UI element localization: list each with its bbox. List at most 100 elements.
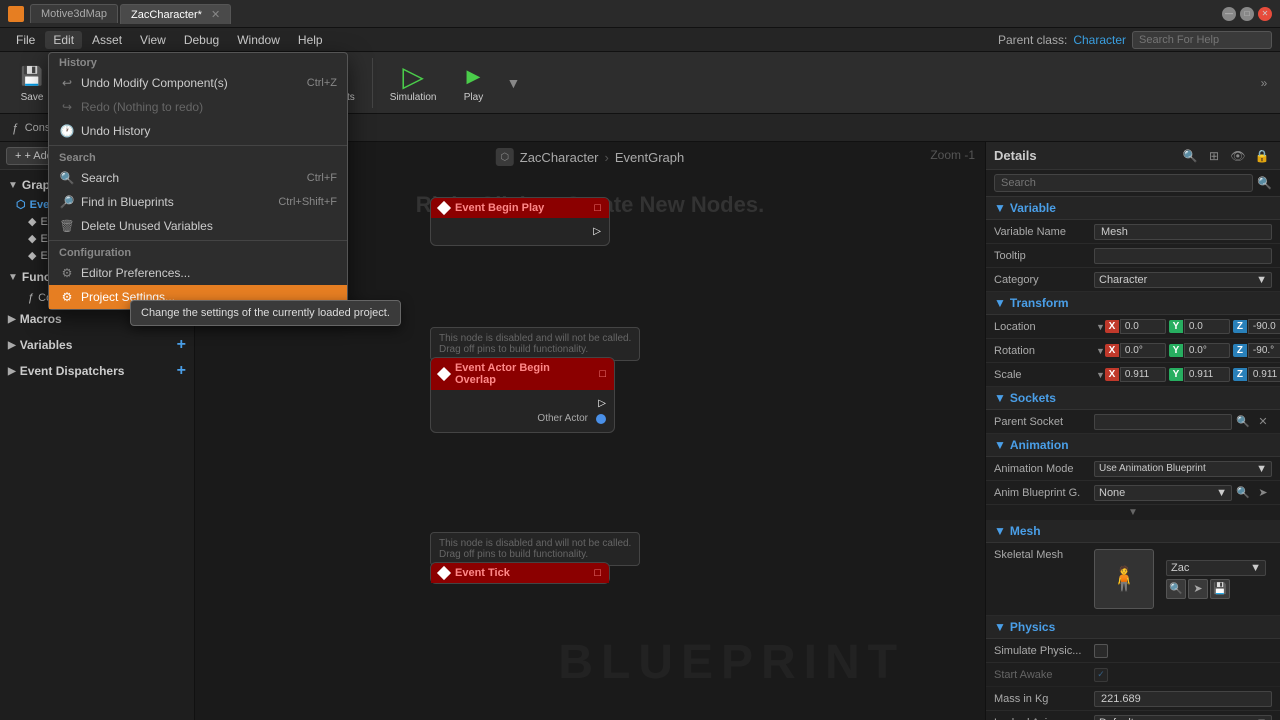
menu-debug[interactable]: Debug [176,31,227,49]
details-search-btn-icon[interactable]: 🔍 [1257,176,1272,190]
editor-prefs-entry[interactable]: ⚙ Editor Preferences... [49,261,347,285]
scale-y-input[interactable] [1184,367,1230,382]
tab-zaccharacter[interactable]: ZacCharacter* ✕ [120,4,231,24]
location-dropdown-arrow-icon[interactable]: ▼ [1096,322,1105,332]
menu-divider-1 [49,145,347,146]
event-tick-node[interactable]: Event Tick □ [430,562,610,584]
event-tick-close[interactable]: □ [594,567,601,579]
macros-section-header[interactable]: ▶ Macros [8,312,62,326]
rotation-dropdown-arrow-icon[interactable]: ▼ [1096,346,1105,356]
maximize-button[interactable]: □ [1240,7,1254,21]
details-search-input[interactable] [994,174,1253,192]
delete-unused-entry[interactable]: 🗑 Delete Unused Variables [49,214,347,238]
menu-edit[interactable]: Edit [45,31,82,49]
mesh-value-dropdown[interactable]: Zac ▼ [1166,560,1266,576]
undo-modify-entry[interactable]: ↩ Undo Modify Component(s) Ctrl+Z [49,71,347,95]
breadcrumb-eventgraph[interactable]: EventGraph [615,150,684,165]
tooltip-row: Tooltip [986,244,1280,268]
location-z-input[interactable] [1248,319,1280,334]
menu-file[interactable]: File [8,31,43,49]
event-actor-title: Event Actor Begin Overlap [455,362,593,386]
rotation-x-input[interactable] [1120,343,1166,358]
play-button[interactable]: ▶ Play [449,57,497,109]
mesh-search-button[interactable]: 🔍 [1166,579,1186,599]
mesh-btn-row: 🔍 ➤ 💾 [1166,579,1266,599]
add-dispatcher-button[interactable]: + [177,362,186,380]
anim-blueprint-dropdown[interactable]: None ▼ [1094,485,1232,501]
animation-section-label: Animation [1010,438,1069,452]
scale-z-input[interactable] [1248,367,1280,382]
close-tab-icon[interactable]: ✕ [211,9,220,21]
menu-help[interactable]: Help [290,31,331,49]
variable-name-input[interactable] [1094,224,1272,240]
menu-view[interactable]: View [132,31,174,49]
details-grid-icon[interactable]: ⊞ [1204,146,1224,166]
scale-x-field: X [1105,367,1166,382]
search-entry[interactable]: 🔍 Search Ctrl+F [49,166,347,190]
location-x-input[interactable] [1120,319,1166,334]
event-actor-body: ▷ Other Actor [431,390,614,432]
animation-section-header[interactable]: ▼ Animation [986,434,1280,457]
event-actor-close[interactable]: □ [599,368,606,380]
mass-input[interactable] [1094,691,1272,707]
simulation-button[interactable]: ▷ Simulation [381,57,446,109]
anim-blueprint-dropdown-val: None [1099,487,1125,499]
redo-entry[interactable]: ↪ Redo (Nothing to redo) [49,95,347,119]
details-lock-icon[interactable]: 🔒 [1252,146,1272,166]
parent-class-value[interactable]: Character [1073,33,1126,47]
scale-x-input[interactable] [1120,367,1166,382]
animation-mode-dropdown[interactable]: Use Animation Blueprint ▼ [1094,461,1272,477]
tooltip-input[interactable] [1094,248,1272,264]
sockets-section-header[interactable]: ▼ Sockets [986,387,1280,410]
undo-icon: ↩ [59,75,75,91]
config-section-label: Configuration [49,243,347,261]
mesh-section-label: Mesh [1010,524,1041,538]
location-y-input[interactable] [1184,319,1230,334]
expand-panels-button[interactable]: » [1256,57,1272,109]
variable-section-header[interactable]: ▼ Variable [986,197,1280,220]
minimize-button[interactable]: — [1222,7,1236,21]
event-begin-play-close[interactable]: □ [594,202,601,214]
transform-section-label: Transform [1010,296,1069,310]
details-eye-icon[interactable]: 👁 [1228,146,1248,166]
mesh-navigate-button[interactable]: ➤ [1188,579,1208,599]
breadcrumb-character[interactable]: ZacCharacter [520,150,599,165]
rotation-label-area: Rotation ▼ [994,345,1105,357]
menu-window[interactable]: Window [229,31,288,49]
transform-section-header[interactable]: ▼ Transform [986,292,1280,315]
undo-history-icon: 🕐 [59,123,75,139]
anim-expand-btn[interactable]: ▼ [986,505,1280,520]
event-dispatchers-header[interactable]: ▶ Event Dispatchers [8,364,124,378]
event-begin-play-node[interactable]: Event Begin Play □ ▷ [430,197,610,246]
tab-motive3dmap[interactable]: Motive3dMap [30,4,118,23]
toolbar-dropdown-arrow-icon: ▼ [506,75,520,91]
parent-socket-clear-icon[interactable]: ✕ [1254,414,1272,430]
locked-axis-dropdown[interactable]: Default ▼ [1094,715,1272,720]
start-awake-checkbox[interactable]: ✓ [1094,668,1108,682]
details-search-icon[interactable]: 🔍 [1180,146,1200,166]
save-label: Save [21,92,44,103]
category-dropdown[interactable]: Character ▼ [1094,272,1272,288]
mesh-save-button[interactable]: 💾 [1210,579,1230,599]
find-in-blueprints-entry[interactable]: 🔎 Find in Blueprints Ctrl+Shift+F [49,190,347,214]
tooltip-box: Change the settings of the currently loa… [130,300,401,326]
parent-socket-input[interactable] [1094,414,1232,430]
history-section-label: History [49,53,347,71]
undo-history-entry[interactable]: 🕐 Undo History [49,119,347,143]
anim-blueprint-arrow-icon[interactable]: ➤ [1254,485,1272,501]
event-actor-begin-overlap-node[interactable]: Event Actor Begin Overlap □ ▷ Other Acto… [430,357,615,433]
mesh-section-header[interactable]: ▼ Mesh [986,520,1280,543]
simulate-physics-checkbox[interactable] [1094,644,1108,658]
close-button[interactable]: ✕ [1258,7,1272,21]
parent-socket-search-icon[interactable]: 🔍 [1234,414,1252,430]
rotation-z-input[interactable] [1248,343,1280,358]
physics-section-header[interactable]: ▼ Physics [986,616,1280,639]
add-variable-button[interactable]: + [177,336,186,354]
search-for-help-input[interactable] [1132,31,1272,49]
scale-dropdown-arrow-icon[interactable]: ▼ [1096,370,1105,380]
dropdown-button[interactable]: ▼ [501,57,525,109]
menu-asset[interactable]: Asset [84,31,130,49]
anim-blueprint-search-icon[interactable]: 🔍 [1234,485,1252,501]
variables-section-header[interactable]: ▶ Variables [8,338,72,352]
rotation-y-input[interactable] [1184,343,1230,358]
